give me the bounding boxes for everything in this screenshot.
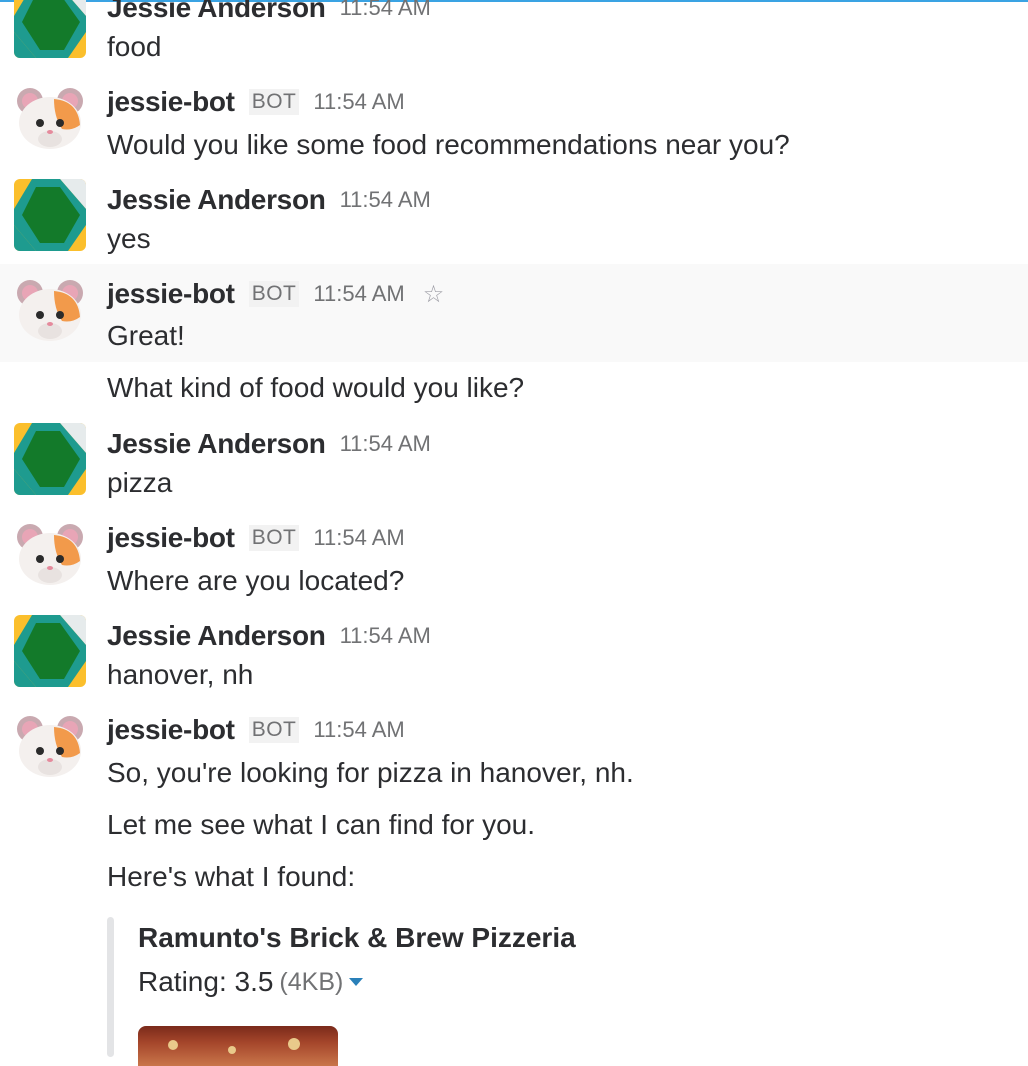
message-text: Here's what I found:: [107, 861, 356, 892]
pizza-topping: [168, 1040, 178, 1050]
message-text: Where are you located?: [107, 565, 405, 596]
rating-text: Rating: 3.5: [138, 966, 274, 997]
message-text: So, you're looking for pizza in hanover,…: [107, 757, 634, 788]
user-avatar[interactable]: [14, 423, 86, 495]
user-avatar[interactable]: [14, 615, 86, 687]
timestamp[interactable]: 11:54 AM: [313, 717, 404, 743]
message-text: Would you like some food recommendations…: [107, 129, 790, 160]
timestamp[interactable]: 11:54 AM: [340, 0, 431, 21]
timestamp[interactable]: 11:54 AM: [340, 187, 431, 213]
hamster-avatar[interactable]: [14, 519, 86, 591]
pizza-topping: [288, 1038, 300, 1050]
hamster-avatar[interactable]: [14, 275, 86, 347]
sender-name[interactable]: Jessie Anderson: [107, 0, 326, 24]
attachment-rating: Rating: 3.5 (4KB): [138, 966, 364, 998]
timestamp[interactable]: 11:54 AM: [340, 431, 431, 457]
caret-down-icon[interactable]: [349, 978, 364, 986]
star-icon[interactable]: ☆: [423, 280, 445, 309]
pizza-topping: [228, 1046, 236, 1054]
sender-name[interactable]: jessie-bot: [107, 714, 235, 746]
bot-badge: BOT: [248, 89, 300, 115]
message-text: hanover, nh: [107, 659, 254, 690]
attachment-image[interactable]: [138, 1026, 338, 1066]
sender-name[interactable]: jessie-bot: [107, 522, 235, 554]
message-text: food: [107, 31, 162, 62]
message-text: pizza: [107, 467, 173, 498]
sender-name[interactable]: jessie-bot: [107, 86, 235, 118]
sender-name[interactable]: Jessie Anderson: [107, 620, 326, 652]
bot-badge: BOT: [248, 281, 300, 307]
sender-name[interactable]: jessie-bot: [107, 278, 235, 310]
bot-badge: BOT: [248, 717, 300, 743]
message-text: Let me see what I can find for you.: [107, 809, 536, 840]
bot-badge: BOT: [248, 525, 300, 551]
timestamp[interactable]: 11:54 AM: [340, 623, 431, 649]
timestamp[interactable]: 11:54 AM: [313, 281, 404, 307]
attachment-size: (4KB): [279, 967, 344, 996]
user-avatar[interactable]: [14, 0, 86, 58]
attachment-border: [107, 917, 114, 1057]
message-text: What kind of food would you like?: [107, 372, 525, 403]
hamster-avatar[interactable]: [14, 711, 86, 783]
hamster-avatar[interactable]: [14, 83, 86, 155]
timestamp[interactable]: 11:54 AM: [313, 525, 404, 551]
attachment-title[interactable]: Ramunto's Brick & Brew Pizzeria: [138, 922, 576, 954]
timestamp[interactable]: 11:54 AM: [313, 89, 404, 115]
message-text: Great!: [107, 320, 185, 351]
message-text: yes: [107, 223, 151, 254]
sender-name[interactable]: Jessie Anderson: [107, 428, 326, 460]
sender-name[interactable]: Jessie Anderson: [107, 184, 326, 216]
user-avatar[interactable]: [14, 179, 86, 251]
